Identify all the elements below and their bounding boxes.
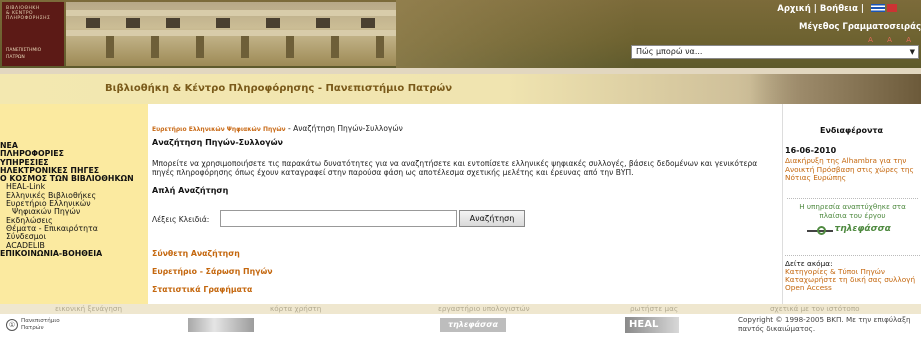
- footer-link-user-card[interactable]: κόρτα χρήστη: [270, 304, 321, 314]
- footer-navigation: εικονική ξενάγηση κόρτα χρήστη εργαστήρι…: [0, 304, 921, 314]
- site-title: Βιβλιοθήκη & Κέντρο Πληροφόρησης - Πανεπ…: [105, 83, 453, 94]
- partner-banner[interactable]: τηλεφάσσα: [440, 318, 506, 332]
- news-date: 16-06-2010: [785, 146, 837, 155]
- browse-sources-link[interactable]: Ευρετήριο - Σάρωση Πηγών: [152, 267, 273, 276]
- footer-link-virtual-tour[interactable]: εικονική ξενάγηση: [55, 304, 122, 314]
- left-navigation: ΝΕΑ ΠΛΗΡΟΦΟΡΙΕΣ ΥΠΗΡΕΣΙΕΣ ΗΛΕΚΤΡΟΝΙΚΕΣ ΠΗΓΕ…: [0, 104, 148, 304]
- greek-flag-icon[interactable]: [871, 4, 885, 12]
- title-bar: Βιβλιοθήκη & Κέντρο Πληροφόρησης - Πανεπ…: [0, 74, 921, 104]
- quick-links-dropdown[interactable]: Πώς μπορώ να... ▼: [631, 45, 919, 59]
- footer-link-ask-us[interactable]: ρωτήστε μας: [630, 304, 678, 314]
- nav-item[interactable]: ΕΠΙΚΟΙΝΩΝΙΑ-ΒΟΗΘΕΙΑ: [0, 249, 148, 258]
- see-also-section: Δείτε ακόμα: Κατηγορίες & Τύποι Πηγών Κα…: [785, 255, 920, 292]
- building-photo: [66, 2, 396, 66]
- simple-search-heading: Απλή Αναζήτηση: [152, 186, 229, 195]
- project-logo[interactable]: τηλεφάσσα: [806, 224, 899, 238]
- intro-text: Μπορείτε να χρησιμοποιήσετε τις παρακάτω…: [152, 159, 758, 177]
- statistics-link[interactable]: Στατιστικά Γραφήματα: [152, 285, 252, 294]
- breadcrumb-current: - Αναζήτηση Πηγών-Συλλογών: [285, 124, 403, 133]
- help-link[interactable]: Βοήθεια: [820, 4, 858, 14]
- promo-box: Η υπηρεσία αναπτύχθηκε στα πλαίσια του έ…: [787, 198, 918, 246]
- english-flag-icon[interactable]: [887, 4, 897, 12]
- university-logo-text: Πατρών: [21, 325, 44, 331]
- main-content: Ευρετήριο Ελληνικών Ψηφιακών Πηγών - Ανα…: [148, 104, 782, 304]
- dropdown-value: Πώς μπορώ να...: [636, 47, 703, 56]
- university-logo[interactable]: ① Πανεπιστήμιο Πατρών: [6, 317, 66, 334]
- sidebar-heading: Ενδιαφέροντα: [819, 126, 883, 135]
- news-link[interactable]: Διακήρυξη της Alhambra για την Ανοικτή Π…: [785, 156, 920, 183]
- university-emblem-icon: ①: [6, 319, 18, 331]
- keywords-input[interactable]: [220, 210, 457, 227]
- chevron-down-icon: ▼: [909, 48, 915, 56]
- title-bar-photo: [750, 74, 921, 104]
- university-logo-text: Πανεπιστήμιο: [21, 318, 60, 324]
- promo-text: Η υπηρεσία αναπτύχθηκε στα πλαίσια του έ…: [799, 202, 906, 220]
- footer-link-computer-lab[interactable]: εργαστήριο υπολογιστών: [438, 304, 530, 314]
- footer-link-about[interactable]: σχετικά με τον ιστότοπο: [770, 304, 860, 314]
- home-link[interactable]: Αρχική: [777, 4, 811, 14]
- right-sidebar: Ενδιαφέροντα 16-06-2010 Διακήρυξη της Al…: [782, 104, 921, 304]
- separator: |: [860, 4, 865, 14]
- project-logo-text: τηλεφάσσα: [834, 224, 891, 234]
- heal-link-banner[interactable]: HEAL: [625, 317, 679, 333]
- search-button[interactable]: Αναζήτηση: [459, 210, 525, 227]
- logo-line: ΠΑΝΕΠΙΣΤΗΜΙΟ: [6, 48, 42, 53]
- font-size-controls[interactable]: A A A: [868, 36, 917, 44]
- ring-icon: [816, 226, 826, 235]
- footer: ① Πανεπιστήμιο Πατρών τηλεφάσσα HEAL Cop…: [0, 314, 921, 337]
- logo-line: ΠΑΤΡΩΝ: [6, 55, 25, 60]
- see-also-link[interactable]: Open Access: [785, 284, 920, 292]
- header-banner: ΒΙΒΛΙΟΘΗΚΗ & ΚΕΝΤΡΟ ΠΛΗΡΟΦΟΡΗΣΗΣ ΠΑΝΕΠΙΣ…: [0, 0, 921, 68]
- font-size-label: Μέγεθος Γραμματοσειράς: [799, 22, 921, 32]
- separator: |: [813, 4, 817, 14]
- copyright-text: Copyright © 1998-2005 ΒΚΠ. Με την επιφύλ…: [738, 315, 911, 333]
- logo-line: ΠΛΗΡΟΦΟΡΗΣΗΣ: [6, 16, 51, 21]
- advanced-search-link[interactable]: Σύνθετη Αναζήτηση: [152, 249, 240, 258]
- partner-banner[interactable]: [188, 318, 254, 332]
- keywords-label: Λέξεις Κλειδιά:: [152, 215, 210, 224]
- top-links: Αρχική | Βοήθεια |: [777, 4, 897, 14]
- breadcrumb-link[interactable]: Ευρετήριο Ελληνικών Ψηφιακών Πηγών: [152, 126, 286, 133]
- library-logo[interactable]: ΒΙΒΛΙΟΘΗΚΗ & ΚΕΝΤΡΟ ΠΛΗΡΟΦΟΡΗΣΗΣ ΠΑΝΕΠΙΣ…: [2, 2, 64, 66]
- page-title: Αναζήτηση Πηγών-Συλλογών: [152, 138, 283, 147]
- breadcrumb: Ευρετήριο Ελληνικών Ψηφιακών Πηγών - Ανα…: [152, 124, 403, 133]
